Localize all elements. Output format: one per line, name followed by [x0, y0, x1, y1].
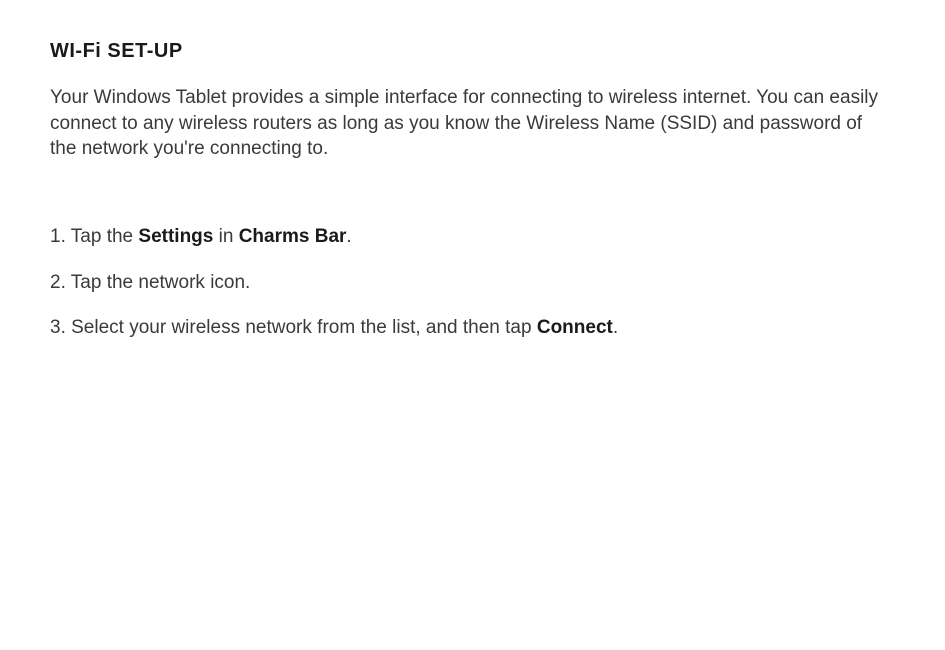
step-text: Tap the	[71, 226, 139, 247]
step-text: Select your wireless network from the li…	[71, 317, 537, 338]
step-3: 3. Select your wireless network from the…	[50, 315, 895, 341]
step-bold-settings: Settings	[138, 226, 213, 247]
step-bold-connect: Connect	[537, 317, 613, 338]
step-text: .	[613, 317, 618, 338]
step-bold-charms-bar: Charms Bar	[239, 226, 347, 247]
intro-paragraph: Your Windows Tablet provides a simple in…	[50, 85, 890, 162]
step-number: 1.	[50, 226, 71, 247]
step-text: in	[213, 226, 238, 247]
step-text: .	[346, 226, 351, 247]
step-number: 3.	[50, 317, 71, 338]
steps-list: 1. Tap the Settings in Charms Bar. 2. Ta…	[50, 224, 895, 341]
step-1: 1. Tap the Settings in Charms Bar.	[50, 224, 895, 250]
step-text: Tap the network icon.	[71, 272, 251, 293]
step-number: 2.	[50, 272, 71, 293]
page-title: WI-Fi SET-UP	[50, 40, 895, 63]
step-2: 2. Tap the network icon.	[50, 270, 895, 296]
